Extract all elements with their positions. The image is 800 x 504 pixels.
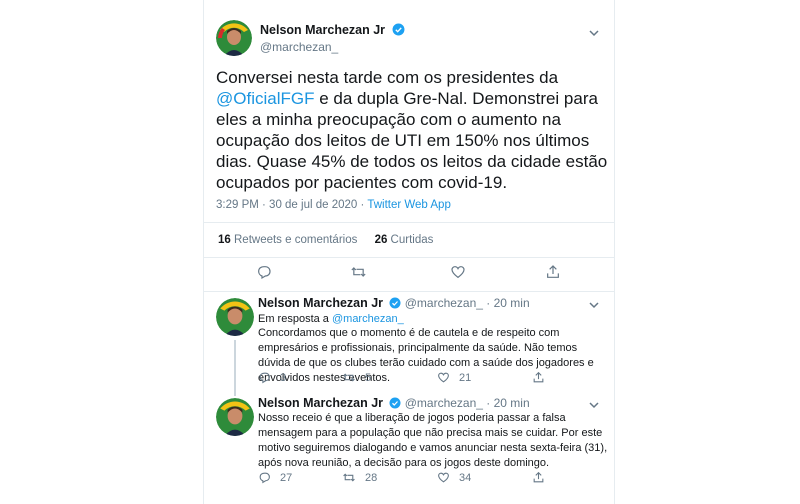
retweet-button[interactable]: 5 <box>342 371 371 384</box>
share-button[interactable] <box>545 264 561 280</box>
divider <box>204 257 614 258</box>
source-link[interactable]: Twitter Web App <box>367 199 451 211</box>
share-button[interactable] <box>532 471 545 484</box>
reply-avatar[interactable] <box>216 298 254 336</box>
like-icon <box>451 266 465 279</box>
retweet-icon <box>351 267 366 277</box>
reply-to-line: Em resposta a @marchezan_ <box>258 313 404 325</box>
reply-icon <box>258 266 271 280</box>
reply-avatar[interactable] <box>216 398 254 436</box>
reply-header: Nelson Marchezan Jr @marchezan_ · 20 min <box>258 396 530 410</box>
reply-button[interactable]: 3 <box>258 371 286 384</box>
main-action-bar <box>204 264 614 284</box>
reply-header: Nelson Marchezan Jr @marchezan_ · 20 min <box>258 296 530 310</box>
verified-badge-icon <box>389 297 401 309</box>
divider <box>204 291 614 292</box>
reply-icon <box>259 372 270 384</box>
reply-to-link[interactable]: @marchezan_ <box>332 313 404 325</box>
reply-button[interactable]: 27 <box>258 471 292 484</box>
main-tweet-text: Conversei nesta tarde com os presidentes… <box>216 68 608 192</box>
main-avatar[interactable] <box>216 20 252 56</box>
tweet-panel: Nelson Marchezan Jr @marchezan_ Converse… <box>203 0 615 504</box>
main-author-name[interactable]: Nelson Marchezan Jr <box>260 23 405 37</box>
retweet-button[interactable] <box>350 264 367 280</box>
retweet-icon <box>343 373 355 382</box>
main-author-handle[interactable]: @marchezan_ <box>260 40 338 54</box>
reply-icon <box>259 472 270 484</box>
like-icon <box>438 472 449 483</box>
share-icon <box>533 371 544 383</box>
reply-action-bar: 27 28 34 <box>204 471 614 491</box>
like-button[interactable] <box>450 264 466 280</box>
share-icon <box>547 265 559 278</box>
reply-button[interactable] <box>256 264 272 280</box>
retweet-icon <box>343 473 355 482</box>
reply-action-bar: 3 5 21 <box>204 371 614 391</box>
divider <box>204 222 614 223</box>
verified-badge-icon <box>392 23 404 36</box>
like-button[interactable]: 34 <box>437 471 471 484</box>
retweets-stat[interactable]: 16 Retweets e comentários <box>218 234 357 246</box>
share-icon <box>533 471 544 483</box>
likes-stat[interactable]: 26 Curtidas <box>375 234 434 246</box>
mention-link[interactable]: @OficialFGF <box>216 89 314 108</box>
tweet-stats: 16 Retweets e comentários 26 Curtidas <box>218 234 433 246</box>
like-icon <box>438 372 449 383</box>
reply-text: Nosso receio é que a liberação de jogos … <box>258 412 608 469</box>
chevron-down-icon[interactable] <box>588 26 600 44</box>
verified-badge-icon <box>389 397 401 409</box>
share-button[interactable] <box>532 371 545 384</box>
retweet-button[interactable]: 28 <box>342 471 377 484</box>
like-button[interactable]: 21 <box>437 371 471 384</box>
tweet-timestamp: 3:29 PM · 30 de jul de 2020 · Twitter We… <box>216 199 451 211</box>
